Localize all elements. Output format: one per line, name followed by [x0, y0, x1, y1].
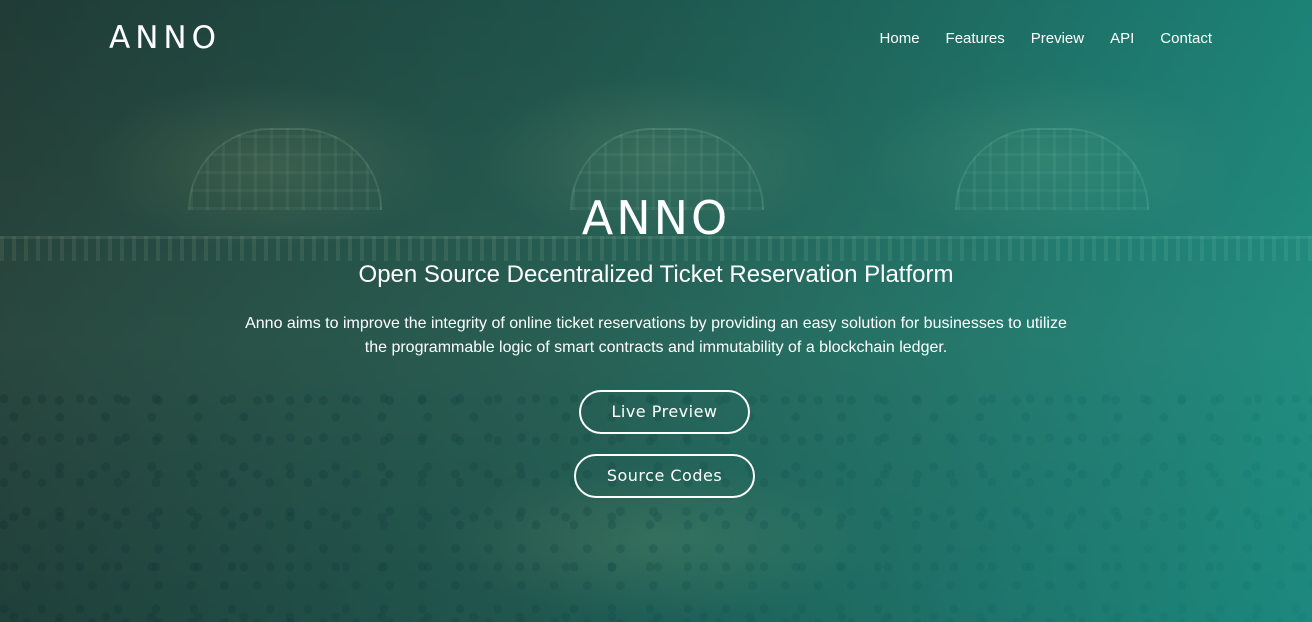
- hero-subtitle: Open Source Decentralized Ticket Reserva…: [358, 261, 954, 288]
- nav-item-features[interactable]: Features: [946, 30, 1005, 47]
- source-codes-button[interactable]: Source Codes: [574, 454, 755, 498]
- hero-section: ANNO Home Features Preview API Contact A…: [0, 0, 1312, 622]
- hero-content: ANNO Open Source Decentralized Ticket Re…: [0, 188, 1312, 360]
- nav-item-home[interactable]: Home: [880, 30, 920, 47]
- hero-description: Anno aims to improve the integrity of on…: [245, 315, 1067, 356]
- nav-item-api[interactable]: API: [1110, 30, 1134, 47]
- nav-item-contact[interactable]: Contact: [1160, 30, 1212, 47]
- logo[interactable]: ANNO: [109, 20, 221, 56]
- navbar: ANNO Home Features Preview API Contact: [0, 0, 1312, 80]
- nav-menu: Home Features Preview API Contact: [880, 30, 1212, 47]
- nav-item-preview[interactable]: Preview: [1031, 30, 1084, 47]
- hero-title: ANNO: [581, 191, 731, 245]
- live-preview-button[interactable]: Live Preview: [579, 390, 750, 434]
